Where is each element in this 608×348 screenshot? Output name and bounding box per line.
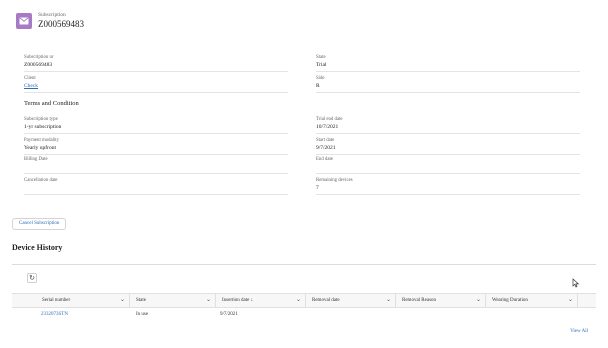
payment-modality-field: Payment modality Yearly upfront (24, 137, 288, 155)
envelope-icon (16, 13, 32, 29)
field-value: Yearly upfront (24, 145, 56, 151)
table-row: 2332073STN In use 9/7/2021 (12, 309, 596, 323)
field-label: Start date (316, 138, 335, 143)
view-all-link[interactable]: View All (570, 329, 588, 334)
subscription-nr-field: Subscription nr Z000569483 (24, 54, 288, 72)
record-header: Subscription Z000569483 (16, 10, 84, 32)
remaining-devices-field: Remaining devices 7 (316, 177, 580, 195)
field-value: Trial (316, 62, 327, 68)
cancellation-date-field: Cancellation date (24, 177, 288, 195)
object-type-label: Subscription (38, 11, 66, 18)
subscription-type-field: Subscription type 1-yr subscription (24, 116, 288, 134)
device-history-card: ↻ Serial number ⌄ State ⌄ Insertion date… (12, 264, 596, 345)
insertion-date-cell: 9/7/2021 (220, 312, 238, 317)
table-header: Serial number ⌄ State ⌄ Insertion date ↓… (12, 293, 596, 308)
mouse-cursor-icon (572, 278, 580, 288)
sort-descending-icon: ↓ (250, 298, 254, 303)
field-value: 9/7/2021 (316, 145, 336, 151)
state-cell: In use (136, 312, 149, 317)
chevron-down-icon[interactable]: ⌄ (568, 294, 573, 307)
field-label: State (316, 55, 326, 60)
field-label: Payment modality (24, 138, 60, 143)
serial-number-link[interactable]: 2332073STN (41, 312, 68, 317)
field-label: Remaining devices (316, 178, 353, 183)
chevron-down-icon[interactable]: ⌄ (120, 294, 125, 307)
field-value: R (316, 83, 320, 89)
column-header-serial-number[interactable]: Serial number ⌄ (12, 294, 130, 307)
end-date-field: End date (316, 156, 580, 174)
refresh-icon[interactable]: ↻ (27, 273, 37, 283)
field-value: 7 (316, 185, 319, 191)
column-header-wearing-duration[interactable]: Wearing Duration ⌄ (486, 294, 578, 307)
field-value: Z000569483 (24, 62, 53, 68)
trial-end-date-field: Trial end date 10/7/2021 (316, 116, 580, 134)
chevron-down-icon[interactable]: ⌄ (296, 294, 301, 307)
field-label: Subscription type (24, 117, 58, 122)
field-label: Subscription nr (24, 55, 54, 60)
column-header-removal-reason[interactable]: Removal Reason ⌄ (396, 294, 486, 307)
field-value: 10/7/2021 (316, 124, 339, 130)
terms-section-title: Terms and Condition (24, 100, 79, 107)
device-history-title: Device History (12, 243, 63, 252)
side-field: Side R (316, 75, 580, 93)
billing-date-field: Billing Date (24, 156, 288, 174)
cancel-subscription-button[interactable]: Cancel Subscription (12, 218, 67, 230)
field-label: Side (316, 76, 325, 81)
column-header-removal-date[interactable]: Removal date ⌄ (306, 294, 396, 307)
field-label: Billing Date (24, 157, 48, 162)
field-value: 1-yr subscription (24, 124, 62, 130)
record-name: Z000569483 (38, 19, 84, 30)
client-link[interactable]: Check (24, 83, 38, 89)
chevron-down-icon[interactable]: ⌄ (476, 294, 481, 307)
field-label: Cancellation date (24, 178, 58, 183)
field-label: Client (24, 76, 36, 81)
state-field: State Trial (316, 54, 580, 72)
column-header-insertion-date[interactable]: Insertion date ↓ ⌄ (216, 294, 306, 307)
chevron-down-icon[interactable]: ⌄ (386, 294, 391, 307)
client-field: Client Check (24, 75, 288, 93)
column-header-state[interactable]: State ⌄ (130, 294, 216, 307)
start-date-field: Start date 9/7/2021 (316, 137, 580, 155)
field-label: End date (316, 157, 333, 162)
field-label: Trial end date (316, 117, 343, 122)
chevron-down-icon[interactable]: ⌄ (206, 294, 211, 307)
